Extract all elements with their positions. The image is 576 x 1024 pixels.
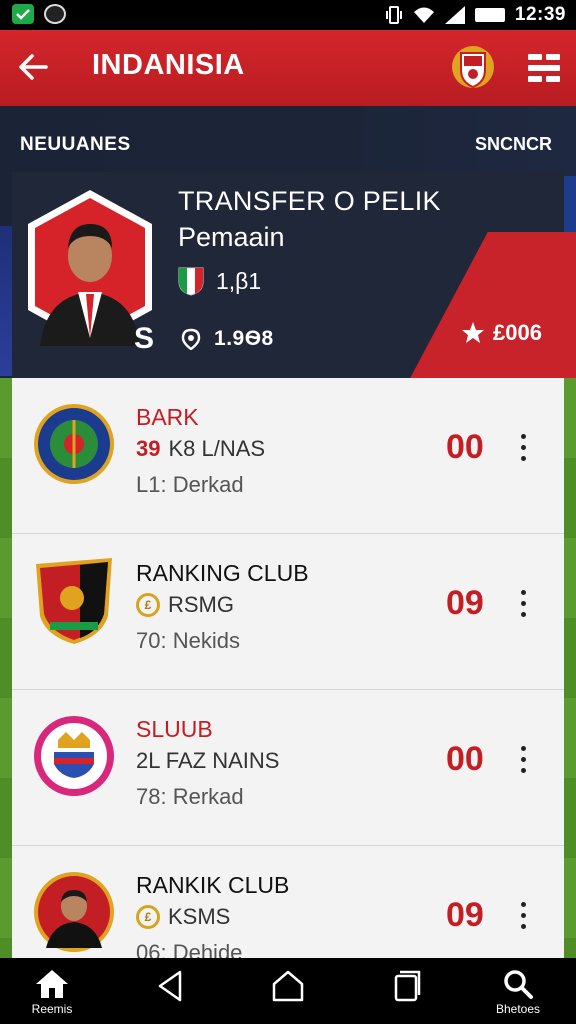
club-subtext: 78: Rerkad (136, 784, 244, 809)
club-badge-icon (34, 716, 114, 796)
club-name: RANKIK CLUB (136, 872, 290, 898)
rating-value: £006 (493, 320, 542, 345)
transfer-title: TRANSFER O PELIK (178, 186, 441, 216)
club-detail-text: K8 L/NAS (168, 436, 266, 461)
rating-row: £006 (461, 320, 542, 346)
nav-home[interactable]: Reemis (22, 968, 82, 1018)
stat-letter: S (134, 322, 155, 355)
club-score: 00 (446, 428, 484, 466)
status-bar: 12:39 (0, 0, 576, 30)
club-badge-icon (36, 558, 112, 644)
club-list: BARK 39 K8 L/NAS L1: Derkad 00 RANKING C… (12, 378, 564, 958)
signal-icon (444, 6, 465, 24)
nav-back[interactable] (140, 968, 200, 1018)
club-name: BARK (136, 404, 199, 430)
transfer-subtitle: Pemaain (178, 222, 285, 252)
nation-value: 1,β1 (216, 267, 262, 294)
coin-icon: £ (136, 905, 160, 929)
wifi-icon (413, 7, 434, 23)
red-slash-decoration (360, 232, 576, 378)
recents-icon (394, 970, 421, 1002)
more-vertical-icon[interactable] (518, 902, 528, 932)
nav-home-system[interactable] (258, 968, 318, 1018)
list-item[interactable]: RANKIK CLUB £ KSMS 06: Dehide 09 (12, 846, 564, 958)
back-triangle-icon (158, 970, 182, 1002)
nav-search-label: Bhetoes (495, 1002, 541, 1016)
stat-value: 1.9Ѳ8 (214, 327, 274, 350)
battery-icon (474, 8, 505, 22)
bottom-nav: Reemis Bhetoes (0, 958, 576, 1024)
club-subtext: 70: Nekids (136, 628, 240, 653)
crest-icon[interactable] (450, 44, 496, 90)
club-detail: £ RSMG (136, 592, 234, 618)
hero-header-right[interactable]: SNCNCR (475, 134, 552, 155)
nation-row: 1,β1 (178, 266, 261, 296)
player-card[interactable]: TRANSFER O PELIK Pemaain 1,β1 S 1.9Ѳ8 £0… (12, 172, 576, 378)
club-name: RANKING CLUB (136, 560, 309, 586)
more-vertical-icon[interactable] (518, 434, 528, 464)
star-icon (462, 322, 485, 343)
home-icon (36, 970, 68, 998)
club-detail-text: RSMG (168, 592, 234, 617)
flag-shield-icon (178, 267, 204, 296)
grid-menu-icon[interactable] (528, 54, 560, 82)
list-item[interactable]: RANKING CLUB £ RSMG 70: Nekids 09 (12, 534, 564, 690)
notification-app-icon (12, 4, 34, 24)
status-time: 12:39 (514, 4, 566, 25)
club-score: 09 (446, 896, 484, 934)
more-vertical-icon[interactable] (518, 590, 528, 620)
vibrate-icon (385, 6, 402, 24)
club-detail-text: KSMS (168, 904, 231, 929)
nav-home-label: Reemis (31, 1002, 73, 1016)
location-icon (181, 328, 201, 350)
notification-ball-icon (44, 4, 66, 24)
player-avatar (34, 872, 114, 952)
club-subtext: L1: Derkad (136, 472, 244, 497)
list-item[interactable]: BARK 39 K8 L/NAS L1: Derkad 00 (12, 378, 564, 534)
back-arrow-icon[interactable] (16, 50, 50, 84)
club-subtext: 06: Dehide (136, 940, 243, 958)
club-badge-icon (34, 404, 114, 484)
club-detail: 39 K8 L/NAS (136, 436, 265, 462)
coin-icon: £ (136, 593, 160, 617)
home-outline-icon (272, 970, 304, 1002)
club-detail: 2L FAZ NAINS (136, 748, 279, 774)
club-detail-text: 2L FAZ NAINS (136, 748, 280, 773)
list-item[interactable]: SLUUB 2L FAZ NAINS 78: Rerkad 00 (12, 690, 564, 846)
nav-recents[interactable] (376, 968, 436, 1018)
nav-search[interactable]: Bhetoes (488, 968, 548, 1018)
club-detail: £ KSMS (136, 904, 230, 930)
more-vertical-icon[interactable] (518, 746, 528, 776)
app-bar: INDANISIA (0, 30, 576, 106)
club-score: 09 (446, 584, 484, 622)
search-icon (504, 970, 533, 999)
club-score: 00 (446, 740, 484, 778)
hero-section: NEUUANES SNCNCR TRANSFER O PELIK Pemaain… (0, 106, 576, 378)
club-rank: 39 (136, 436, 161, 461)
hero-header-left: NEUUANES (20, 134, 131, 155)
page-title: INDANISIA (92, 49, 245, 81)
club-name: SLUUB (136, 716, 213, 742)
